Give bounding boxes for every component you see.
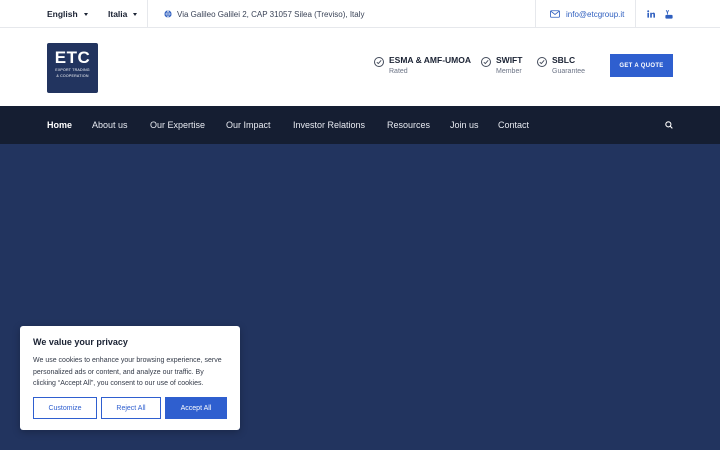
- etc-logo[interactable]: ETC EXPORT TRADING & COOPERATION: [47, 43, 98, 93]
- badge-swift: SWIFT Member: [481, 55, 522, 77]
- cookie-title: We value your privacy: [33, 337, 128, 347]
- badge-subtitle: Guarantee: [552, 68, 586, 75]
- chevron-down-icon: [83, 12, 88, 16]
- email-text: info@etcgroup.it: [566, 9, 625, 19]
- linkedin-icon: [647, 10, 655, 18]
- check-circle-icon: [374, 57, 384, 67]
- divider: [535, 0, 536, 28]
- language-selector[interactable]: English: [47, 0, 88, 28]
- email-link[interactable]: info@etcgroup.it: [550, 0, 624, 28]
- chevron-down-icon: [133, 12, 138, 16]
- logo-wordmark: ETC: [54, 48, 91, 67]
- address: Via Galileo Galilei 2, CAP 31057 Silea (…: [164, 0, 365, 28]
- envelope-icon: [550, 10, 560, 18]
- cookie-text: We use cookies to enhance your browsing …: [33, 357, 222, 387]
- divider: [147, 0, 148, 28]
- search-icon: [665, 121, 673, 129]
- customize-button[interactable]: Customize: [33, 397, 97, 419]
- country-label: Italia: [108, 9, 128, 19]
- cookie-consent-banner: We value your privacy We use cookies to …: [20, 326, 240, 430]
- badge-sblc: SBLC Guarantee: [537, 55, 585, 77]
- site-header: ETC EXPORT TRADING & COOPERATION ESMA & …: [0, 28, 720, 106]
- nav-item-investor-relations[interactable]: Investor Relations: [293, 106, 365, 144]
- nav-item-our-expertise[interactable]: Our Expertise: [150, 106, 205, 144]
- search-button[interactable]: [665, 106, 673, 144]
- youtube-link[interactable]: [665, 0, 673, 28]
- check-circle-icon: [537, 57, 547, 67]
- check-circle-icon: [481, 57, 491, 67]
- linkedin-link[interactable]: [647, 0, 655, 28]
- nav-item-join-us[interactable]: Join us: [450, 106, 479, 144]
- logo-tagline-2: & COOPERATION: [56, 74, 89, 78]
- badge-esma: ESMA & AMF-UMOA Rated: [374, 55, 471, 77]
- badge-title: SWIFT: [496, 55, 523, 65]
- divider: [635, 0, 636, 28]
- badge-title: SBLC: [552, 55, 576, 65]
- country-selector[interactable]: Italia: [108, 0, 138, 28]
- accept-all-button[interactable]: Accept All: [165, 397, 227, 419]
- nav-item-contact[interactable]: Contact: [498, 106, 529, 144]
- reject-all-button[interactable]: Reject All: [101, 397, 161, 419]
- language-label: English: [47, 9, 78, 19]
- logo-tagline-1: EXPORT TRADING: [55, 68, 90, 72]
- badge-title: ESMA & AMF-UMOA: [389, 55, 471, 65]
- top-bar: English Italia Via Galileo Galilei 2, CA…: [0, 0, 720, 28]
- main-nav: Home About us Our Expertise Our Impact I…: [0, 106, 720, 144]
- badge-subtitle: Rated: [389, 68, 408, 75]
- cookie-actions: Customize Reject All Accept All: [33, 397, 231, 419]
- nav-item-about-us[interactable]: About us: [92, 106, 128, 144]
- nav-item-resources[interactable]: Resources: [387, 106, 430, 144]
- nav-item-our-impact[interactable]: Our Impact: [226, 106, 271, 144]
- address-text: Via Galileo Galilei 2, CAP 31057 Silea (…: [177, 9, 365, 19]
- globe-icon: [164, 10, 172, 18]
- youtube-icon: [665, 9, 673, 19]
- get-a-quote-button[interactable]: GET A QUOTE: [610, 54, 673, 77]
- nav-item-home[interactable]: Home: [47, 106, 72, 144]
- badge-subtitle: Member: [496, 68, 522, 75]
